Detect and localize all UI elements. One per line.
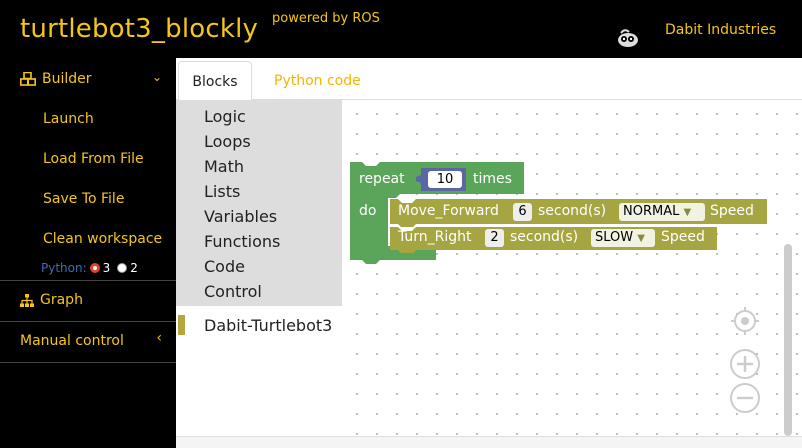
turn-right-label: Turn_Right <box>398 229 472 245</box>
sidebar: Builder ⌄ Launch Load From File Save To … <box>0 58 176 448</box>
repeat-label: repeat <box>359 171 405 187</box>
zoom-in-icon[interactable] <box>729 348 761 380</box>
workspace-vertical-scrollbar[interactable] <box>784 244 792 436</box>
tab-bar: Blocks Python code <box>176 58 802 101</box>
dropdown-arrow-icon: ▼ <box>683 207 692 218</box>
sidebar-graph-label: Graph <box>40 292 83 308</box>
toolbox-category-control[interactable]: Control <box>204 282 262 301</box>
move-forward-speed-label: Speed <box>710 203 754 219</box>
turn-right-speed-label: Speed <box>661 229 705 245</box>
turn-right-seconds-field[interactable]: 2 <box>485 229 504 247</box>
top-header: turtlebot3_blockly powered by ROS Dabit … <box>0 0 802 58</box>
move-forward-unit-label: second(s) <box>538 203 607 219</box>
cubes-icon <box>20 72 36 86</box>
blockly-toolbox: Logic Loops Math Lists Variables Functio… <box>176 100 342 436</box>
radio-python2-icon[interactable] <box>117 263 128 273</box>
toolbox-category-variables[interactable]: Variables <box>204 207 277 226</box>
sidebar-manual-label: Manual control <box>20 333 124 349</box>
move-forward-label: Move_Forward <box>398 203 499 219</box>
move-forward-seconds-field[interactable]: 6 <box>513 203 532 221</box>
sidebar-item-load-from-file[interactable]: Load From File <box>43 151 144 167</box>
dropdown-arrow-icon: ▼ <box>637 233 645 244</box>
sitemap-icon <box>20 293 34 307</box>
tab-blocks[interactable]: Blocks <box>178 61 252 101</box>
sidebar-divider <box>0 362 176 363</box>
move-forward-speed-dropdown[interactable]: NORMAL ▼ <box>619 203 705 221</box>
radio-python3-icon[interactable] <box>89 263 100 273</box>
sidebar-item-clean-workspace[interactable]: Clean workspace <box>43 231 162 247</box>
toolbox-category-lists[interactable]: Lists <box>204 182 240 201</box>
do-label: do <box>359 203 377 219</box>
chevron-left-icon[interactable]: ‹ <box>156 330 162 346</box>
toolbox-category-loops[interactable]: Loops <box>204 132 251 151</box>
toolbox-category-logic[interactable]: Logic <box>204 107 246 126</box>
app-root: { "header": { "title": "turtlebot3_block… <box>0 0 802 448</box>
toolbox-category-math[interactable]: Math <box>204 157 244 176</box>
python-label: Python: <box>41 261 87 275</box>
turn-right-unit-label: second(s) <box>510 229 579 245</box>
sidebar-item-launch[interactable]: Launch <box>43 111 94 127</box>
sidebar-divider <box>0 321 176 322</box>
category-color-bar <box>178 315 185 335</box>
move-forward-speed-value: NORMAL <box>623 204 680 219</box>
toolbox-category-dabit-turtlebot3[interactable]: Dabit-Turtlebot3 <box>204 316 332 335</box>
recenter-icon[interactable] <box>730 306 760 336</box>
times-label: times <box>473 171 512 187</box>
sidebar-divider <box>0 280 176 281</box>
sidebar-manual-control[interactable]: Manual control <box>20 333 124 349</box>
sidebar-item-save-to-file[interactable]: Save To File <box>43 191 124 207</box>
python3-option-label: 3 <box>102 261 111 275</box>
repeat-count-field[interactable]: 10 <box>428 171 462 189</box>
turn-right-speed-value: SLOW <box>595 230 634 245</box>
sidebar-graph[interactable]: Graph <box>20 292 83 308</box>
company-name: Dabit Industries <box>665 22 777 38</box>
turn-right-speed-dropdown[interactable]: SLOW ▼ <box>591 229 655 247</box>
python-version-selector: Python: 3 2 <box>41 261 138 275</box>
python2-option-label: 2 <box>130 261 138 275</box>
zoom-out-icon[interactable] <box>729 382 761 414</box>
tab-python-code[interactable]: Python code <box>260 61 375 101</box>
sidebar-builder[interactable]: Builder <box>20 71 92 87</box>
toolbox-category-code[interactable]: Code <box>204 257 245 276</box>
workspace-bottom-strip <box>176 436 802 448</box>
robot-logo-icon <box>618 29 638 47</box>
sidebar-builder-label: Builder <box>42 71 92 87</box>
toolbox-category-functions[interactable]: Functions <box>204 232 280 251</box>
app-title: turtlebot3_blockly <box>20 14 259 44</box>
chevron-down-icon[interactable]: ⌄ <box>152 70 162 84</box>
powered-by-text: powered by ROS <box>272 11 380 26</box>
